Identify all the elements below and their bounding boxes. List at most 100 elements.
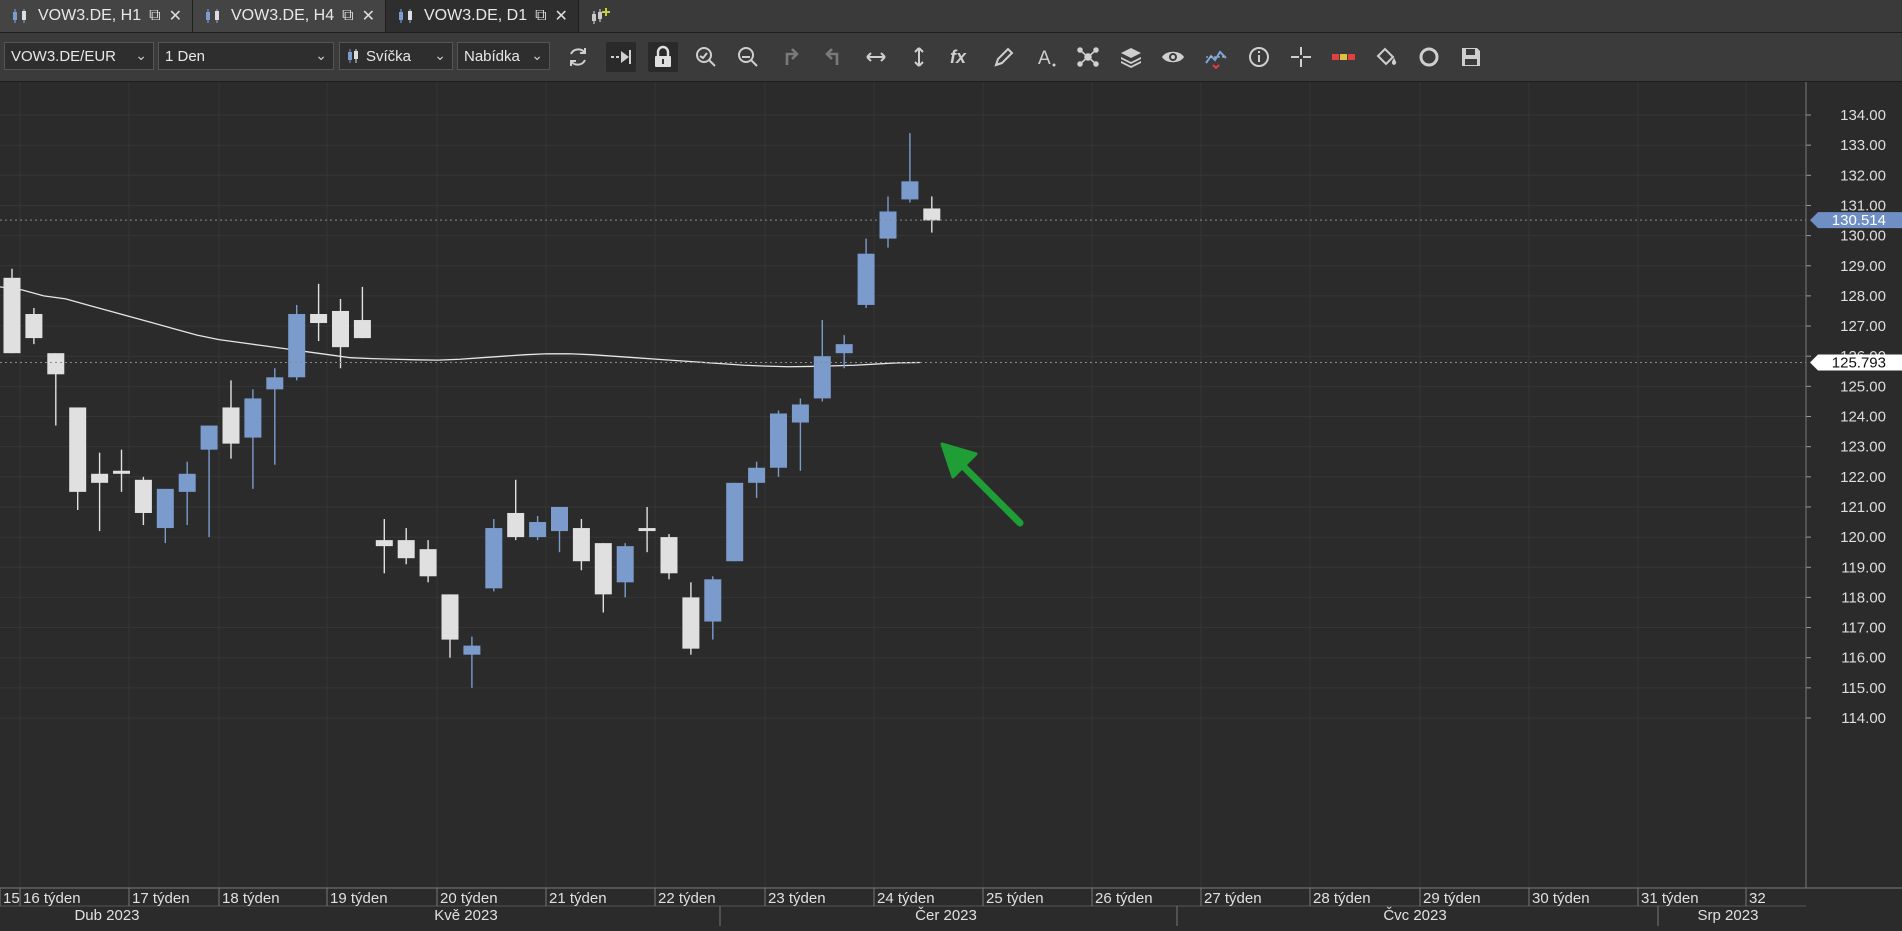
candle bbox=[660, 534, 678, 580]
timeframe-select[interactable]: 1 Den ⌄ bbox=[158, 42, 334, 70]
week-label: 26 týden bbox=[1095, 890, 1153, 907]
candle-body bbox=[835, 344, 853, 354]
price-chart[interactable]: 134.00 133.00 132.00 131.00 130.00 129.00 128.… bbox=[0, 82, 1902, 926]
price-tick-label: 117.00 bbox=[1841, 620, 1886, 637]
fit-horizontal-icon bbox=[866, 52, 886, 62]
price-tick-label: 129.00 bbox=[1840, 258, 1886, 275]
alerts-button[interactable] bbox=[1201, 42, 1231, 72]
tab-vow3-d1[interactable]: VOW3.DE, D1 ⧉ ✕ bbox=[385, 0, 579, 32]
popout-icon[interactable]: ⧉ bbox=[149, 7, 160, 25]
popout-icon[interactable]: ⧉ bbox=[535, 7, 546, 25]
symbol-select[interactable]: VOW3.DE/EUR ⌄ bbox=[4, 42, 154, 70]
price-tick-label: 134.00 bbox=[1840, 107, 1886, 124]
refresh-icon bbox=[570, 48, 586, 66]
svg-text:A: A bbox=[1038, 48, 1051, 69]
layers-button[interactable] bbox=[1116, 42, 1146, 72]
candle-body bbox=[572, 528, 590, 562]
close-icon[interactable]: ✕ bbox=[555, 6, 568, 26]
candle-body bbox=[485, 528, 503, 589]
week-label: 24 týden bbox=[877, 890, 935, 907]
price-tick-label: 121.00 bbox=[1840, 499, 1886, 516]
candle-body bbox=[178, 473, 196, 492]
price-side-select[interactable]: Nabídka ⌄ bbox=[457, 42, 550, 70]
candle-body bbox=[310, 313, 328, 324]
candle-body bbox=[156, 488, 174, 529]
current-price-label: 130.514 bbox=[1832, 212, 1886, 229]
text-icon: A bbox=[1038, 48, 1056, 69]
price-tick-label: 120.00 bbox=[1840, 529, 1886, 546]
candle-body bbox=[616, 546, 634, 583]
add-chart-button[interactable] bbox=[579, 0, 621, 32]
candlestick-icon bbox=[205, 9, 219, 23]
draw-button[interactable] bbox=[989, 42, 1019, 72]
refresh-button[interactable] bbox=[563, 42, 593, 72]
candle-body bbox=[682, 597, 700, 649]
fit-horizontal-button[interactable] bbox=[861, 42, 891, 72]
month-label: Čvc 2023 bbox=[1383, 907, 1446, 924]
tab-vow3-h4[interactable]: VOW3.DE, H4 ⧉ ✕ bbox=[192, 0, 386, 32]
save-button[interactable] bbox=[1456, 42, 1486, 72]
week-label: 16 týden bbox=[23, 890, 81, 907]
visibility-button[interactable] bbox=[1158, 42, 1188, 72]
alerts-icon bbox=[1205, 50, 1227, 69]
info-button[interactable] bbox=[1244, 42, 1274, 72]
undo-button[interactable] bbox=[776, 42, 806, 72]
crosshair-button[interactable] bbox=[1286, 42, 1316, 72]
candle-body bbox=[288, 313, 306, 378]
patterns-icon bbox=[1077, 47, 1099, 67]
candle-body bbox=[923, 208, 941, 221]
candle-body bbox=[222, 407, 240, 444]
price-tick-label: 127.00 bbox=[1840, 318, 1886, 335]
zoom-in-icon bbox=[696, 47, 716, 67]
tab-vow3-h1[interactable]: VOW3.DE, H1 ⧉ ✕ bbox=[0, 0, 193, 32]
redo-button[interactable] bbox=[818, 42, 848, 72]
price-tick-label: 132.00 bbox=[1840, 167, 1886, 184]
zoom-in-button[interactable] bbox=[691, 42, 721, 72]
close-icon[interactable]: ✕ bbox=[169, 6, 182, 26]
sync-button[interactable] bbox=[1414, 42, 1444, 72]
lock-button[interactable] bbox=[648, 42, 678, 72]
week-label: 21 týden bbox=[549, 890, 607, 907]
price-tick-label: 123.00 bbox=[1840, 439, 1886, 456]
text-button[interactable]: A bbox=[1031, 42, 1061, 72]
close-icon[interactable]: ✕ bbox=[362, 6, 375, 26]
autoscroll-icon bbox=[611, 50, 631, 64]
price-tick-label: 130.00 bbox=[1840, 228, 1886, 245]
candle-body bbox=[638, 528, 656, 532]
candle-body bbox=[266, 377, 284, 390]
candle-body bbox=[3, 277, 21, 354]
cycle-icon bbox=[1419, 47, 1439, 67]
price-tick-label: 114.00 bbox=[1841, 710, 1886, 727]
autoscroll-button[interactable] bbox=[606, 42, 636, 72]
candle-body bbox=[507, 512, 525, 538]
level-icon bbox=[1332, 54, 1355, 60]
candle-body bbox=[200, 425, 218, 450]
chart-type-select[interactable]: Svíčka ⌄ bbox=[339, 42, 453, 70]
candle-body bbox=[770, 413, 787, 468]
chart-canvas[interactable]: 134.00133.00132.00131.00130.00129.00128.… bbox=[0, 82, 1902, 926]
price-tick-label: 133.00 bbox=[1840, 137, 1886, 154]
price-tick-label: 124.00 bbox=[1840, 409, 1886, 426]
chevron-down-icon: ⌄ bbox=[135, 47, 147, 63]
indicators-button[interactable]: fx bbox=[946, 42, 976, 72]
popout-icon[interactable]: ⧉ bbox=[342, 7, 353, 25]
svg-text:fx: fx bbox=[950, 47, 967, 67]
week-label: 22 týden bbox=[658, 890, 716, 907]
candle-body bbox=[463, 645, 481, 655]
zoom-out-button[interactable] bbox=[733, 42, 763, 72]
price-tick-label: 122.00 bbox=[1840, 469, 1886, 486]
candle bbox=[288, 304, 306, 381]
price-tick-label: 118.00 bbox=[1841, 589, 1886, 606]
levels-button[interactable] bbox=[1329, 42, 1359, 72]
candle-body bbox=[91, 473, 109, 483]
info-icon bbox=[1249, 47, 1269, 67]
candle-body bbox=[332, 310, 349, 348]
color-scheme-button[interactable] bbox=[1371, 42, 1401, 72]
plot-background bbox=[0, 82, 1806, 888]
patterns-button[interactable] bbox=[1073, 42, 1103, 72]
fit-vertical-button[interactable] bbox=[904, 42, 934, 72]
candle-body bbox=[901, 181, 919, 200]
month-label: Kvě 2023 bbox=[434, 907, 497, 924]
timeframe-value: 1 Den bbox=[165, 47, 206, 65]
candle-body bbox=[857, 253, 875, 305]
